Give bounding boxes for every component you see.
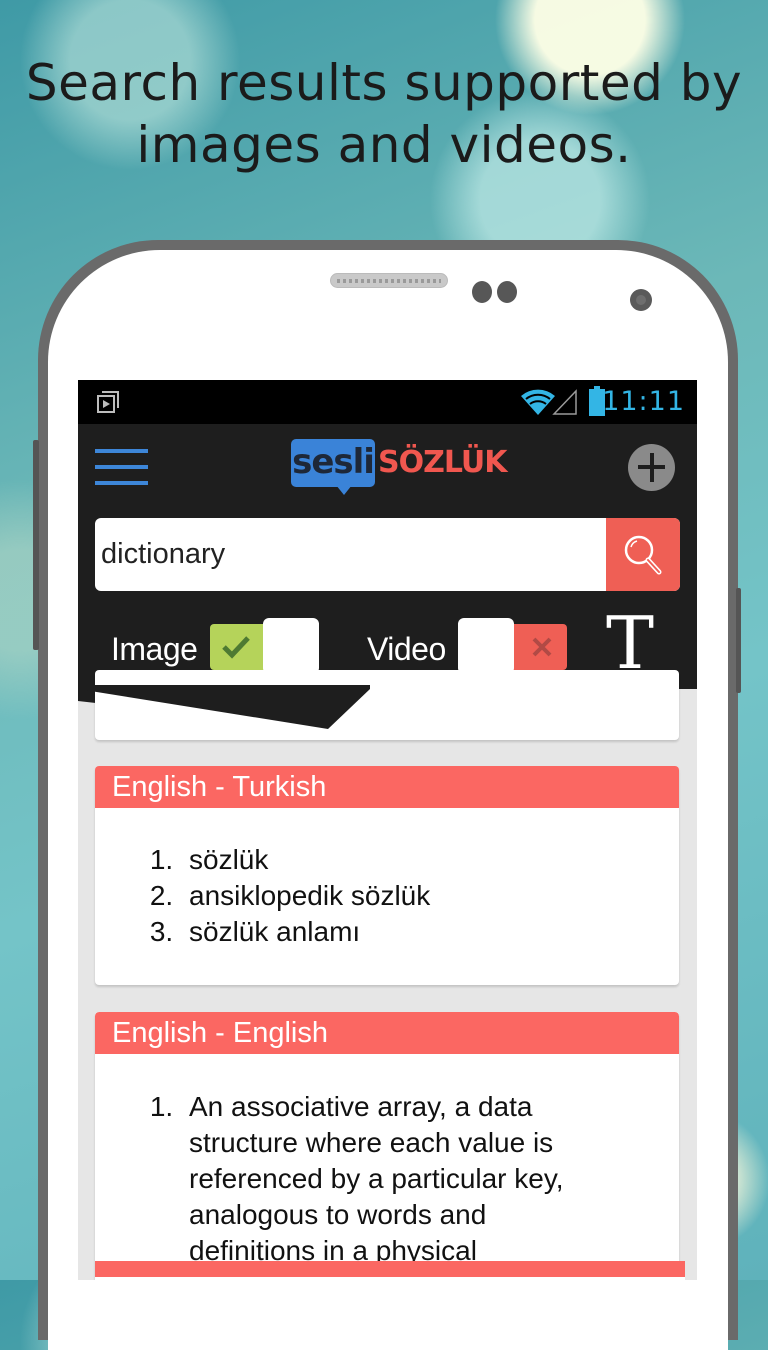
translation-list: sözlük ansiklopedik sözlük sözlük anlamı [95,842,679,950]
card-title: English - English [95,1012,679,1054]
wifi-icon [521,389,555,415]
hamburger-line [95,449,148,453]
list-item[interactable]: An associative array, a data structure w… [181,1089,609,1269]
logo-sozluk: SÖZLÜK [378,445,508,480]
status-time: 11:11 [602,386,685,417]
menu-button[interactable] [95,449,148,485]
list-item[interactable]: sözlük [181,842,679,878]
check-icon [222,636,250,659]
hamburger-line [95,465,148,469]
search-bar [95,518,680,591]
app-screen: 11:11 sesli SÖZLÜK Image [78,380,697,1280]
result-card-english-turkish: English - Turkish sözlük ansiklopedik sö… [95,766,679,985]
status-bar: 11:11 [78,380,697,424]
search-input[interactable] [95,518,605,591]
next-card-header-partial [95,1261,685,1277]
definition-list: An associative array, a data structure w… [95,1089,679,1269]
close-icon [532,637,552,657]
logo-sesli: sesli [291,439,375,487]
add-button[interactable] [628,444,675,491]
phone-power-button [736,588,741,693]
list-item[interactable]: sözlük anlamı [181,914,679,950]
phone-sensor-left [472,281,492,303]
card-title: English - Turkish [95,766,679,808]
headline-line-1: Search results supported by [25,54,743,112]
phone-speaker [330,273,448,288]
promo-headline: Search results supported by images and v… [0,52,768,176]
result-card-english-english: English - English An associative array, … [95,1012,679,1280]
search-button[interactable] [606,518,680,591]
headline-line-2: images and videos. [136,116,632,174]
app-logo: sesli SÖZLÜK [291,439,508,495]
list-item[interactable]: ansiklopedik sözlük [181,878,679,914]
logo-speech-tail [336,485,352,495]
hamburger-line [95,481,148,485]
app-header-overlap [78,685,370,729]
play-store-icon [97,391,119,413]
phone-sensor-right [497,281,517,303]
search-icon [624,535,662,575]
phone-front-camera [630,289,652,311]
signal-icon [552,389,577,415]
phone-volume-button [33,440,39,650]
